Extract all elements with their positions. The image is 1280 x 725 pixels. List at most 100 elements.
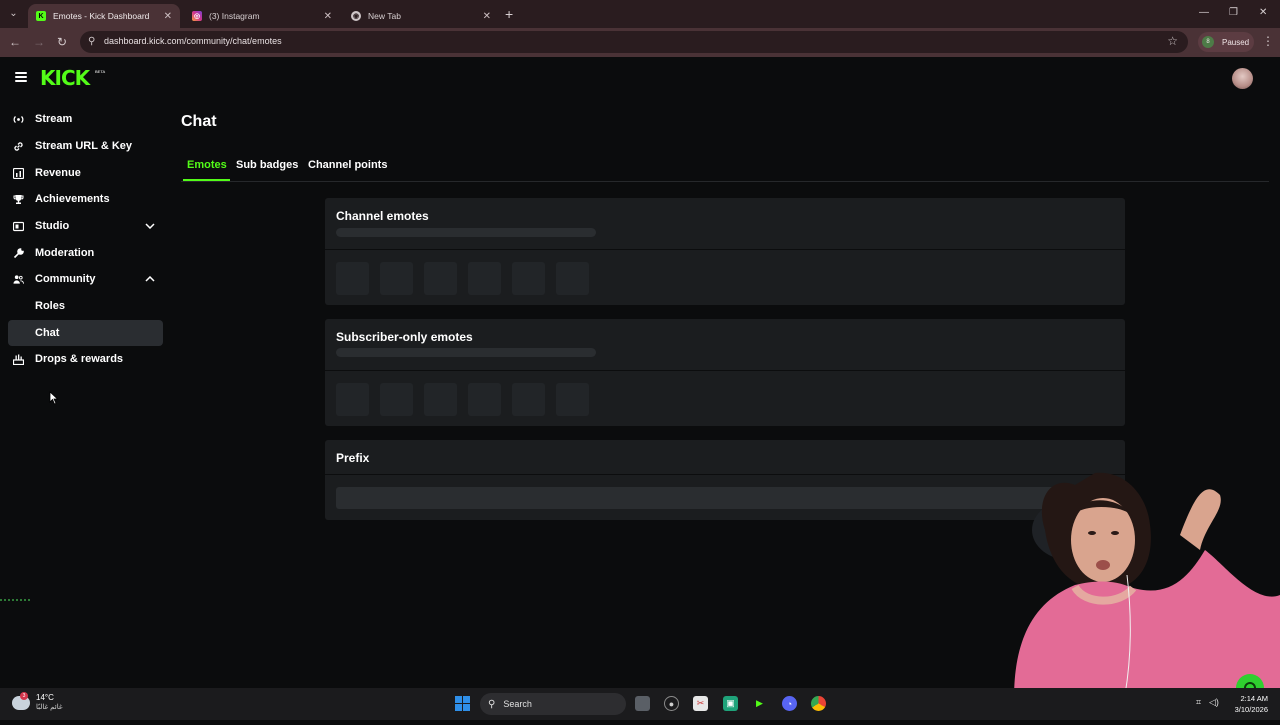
emote-slot-skeleton [424,262,457,295]
sidebar-item-label: Roles [35,300,65,312]
discord-icon[interactable]: ◔ [782,696,797,711]
task-view-icon[interactable] [635,696,650,711]
taskbar-search[interactable]: ⚲ Search [480,693,626,715]
browser-menu-icon[interactable]: ⋮ [1262,34,1274,48]
emote-slot-skeleton [424,383,457,416]
sidebar-item-revenue[interactable]: Revenue [8,160,163,186]
sidebar-item-label: Stream URL & Key [35,140,132,152]
weather-widget[interactable]: 3 14°C غائم غالبًا [12,692,63,713]
emote-slot-skeleton [512,383,545,416]
kick-app-icon[interactable]: ▶ [752,696,767,711]
sidebar-item-moderation[interactable]: Moderation [8,240,163,266]
sidebar-item-label: Stream [35,113,73,125]
trophy-icon [13,194,24,205]
kick-logo[interactable]: KICK [40,66,90,90]
profile-status-label: Paused [1222,37,1250,47]
site-info-icon[interactable]: ⚲ [88,36,95,47]
user-avatar[interactable] [1232,68,1253,89]
sidebar-item-studio[interactable]: Studio [8,213,163,239]
close-tab-icon[interactable]: ✕ [164,11,172,22]
emote-slot-skeleton [556,383,589,416]
sidebar-item-label: Achievements [35,193,110,205]
chevron-up-icon[interactable] [145,274,155,284]
forward-arrow-icon[interactable]: → [33,35,45,49]
cloudy-weather-icon: 3 [12,692,30,710]
reload-icon[interactable]: ↻ [57,35,67,49]
search-icon: ⚲ [488,698,496,710]
chrome-icon[interactable] [811,696,826,711]
close-tab-icon[interactable]: ✕ [483,11,491,22]
sidebar-item-chat[interactable]: Chat [8,320,163,346]
beta-badge: BETA [95,69,106,74]
wrench-icon [13,247,24,259]
section-title: Prefix [336,451,370,465]
sidebar-item-label: Revenue [35,167,81,179]
chrome-favicon-icon: ◉ [351,11,361,21]
emote-slot-skeleton [336,383,369,416]
browser-tab-strip: ⌄ K Emotes - Kick Dashboard ✕ ◎ (3) Inst… [0,0,1280,28]
address-bar[interactable]: ⚲ dashboard.kick.com/community/chat/emot… [80,31,1188,53]
emote-slot-skeleton [468,262,501,295]
windows-start-icon[interactable] [455,696,470,711]
revenue-chart-icon [13,167,24,179]
tab-search-chevron-icon[interactable]: ⌄ [5,5,22,22]
sidebar-item-label: Chat [35,327,60,339]
browser-tab-instagram[interactable]: ◎ (3) Instagram ✕ [184,4,340,28]
system-clock[interactable]: 2:14 AM 3/10/2026 [1226,693,1268,715]
community-icon [13,274,24,285]
weather-badge: 3 [20,692,28,700]
drops-icon [13,354,24,365]
tab-sub-badges[interactable]: Sub badges [236,159,298,171]
browser-tab-title: (3) Instagram [209,11,260,21]
browser-tab-newtab[interactable]: ◉ New Tab ✕ [343,4,499,28]
mouse-cursor-icon [49,391,59,405]
clock-time: 2:14 AM [1240,694,1268,703]
profile-paused-button[interactable]: 8 Paused [1198,32,1254,52]
page-title: Chat [181,113,217,130]
snipping-tool-icon[interactable]: ✂ [693,696,708,711]
sidebar-item-achievements[interactable]: Achievements [8,186,163,212]
windows-taskbar: 3 14°C غائم غالبًا ⚲ Search ● ✂ ▣ ▶ ◔ ⌗ … [0,688,1280,720]
taskbar-search-placeholder: Search [503,699,532,709]
studio-icon [13,221,24,232]
close-tab-icon[interactable]: ✕ [324,11,332,22]
loading-skeleton-bar [336,348,596,357]
browser-tab-kick[interactable]: K Emotes - Kick Dashboard ✕ [28,4,180,28]
sidebar-item-label: Moderation [35,247,95,259]
address-url[interactable]: dashboard.kick.com/community/chat/emotes [104,36,282,46]
minimize-window-icon[interactable]: — [1199,7,1209,18]
sidebar-item-stream[interactable]: Stream [8,106,163,132]
sidebar-item-drops-rewards[interactable]: Drops & rewards [8,346,163,372]
back-arrow-icon[interactable]: ← [9,35,21,49]
close-window-icon[interactable]: ✕ [1259,7,1267,18]
section-divider [325,249,1125,250]
chevron-down-icon[interactable] [145,221,155,231]
active-tab-indicator [183,179,230,181]
browser-tab-title: Emotes - Kick Dashboard [53,11,150,21]
volume-icon[interactable]: ◁) [1209,697,1219,708]
section-title: Subscriber-only emotes [336,330,473,344]
section-title: Channel emotes [336,209,429,223]
sidebar-item-label: Community [35,273,96,285]
sidebar-item-community[interactable]: Community [8,266,163,292]
emote-slot-skeleton [556,262,589,295]
app-icon-green[interactable]: ▣ [723,696,738,711]
network-icon[interactable]: ⌗ [1196,697,1201,708]
sidebar-item-roles[interactable]: Roles [8,293,163,319]
new-tab-plus-icon[interactable]: + [505,6,513,22]
instagram-favicon-icon: ◎ [192,11,202,21]
obs-app-icon[interactable]: ● [664,696,679,711]
restore-window-icon[interactable]: ❐ [1229,7,1238,18]
hamburger-menu-icon[interactable] [15,72,27,82]
tab-channel-points[interactable]: Channel points [308,159,387,171]
clock-date: 3/10/2026 [1234,705,1268,714]
tab-emotes[interactable]: Emotes [187,159,227,171]
link-icon [13,141,24,152]
channel-emotes-panel: Channel emotes [325,198,1125,305]
bookmark-star-icon[interactable]: ☆ [1167,34,1178,48]
sidebar-item-stream-url-key[interactable]: Stream URL & Key [8,133,163,159]
webcam-overlay [955,455,1280,720]
browser-toolbar: ← → ↻ ⚲ dashboard.kick.com/community/cha… [0,28,1280,57]
emote-slot-skeleton [380,262,413,295]
broadcast-icon [13,114,24,125]
